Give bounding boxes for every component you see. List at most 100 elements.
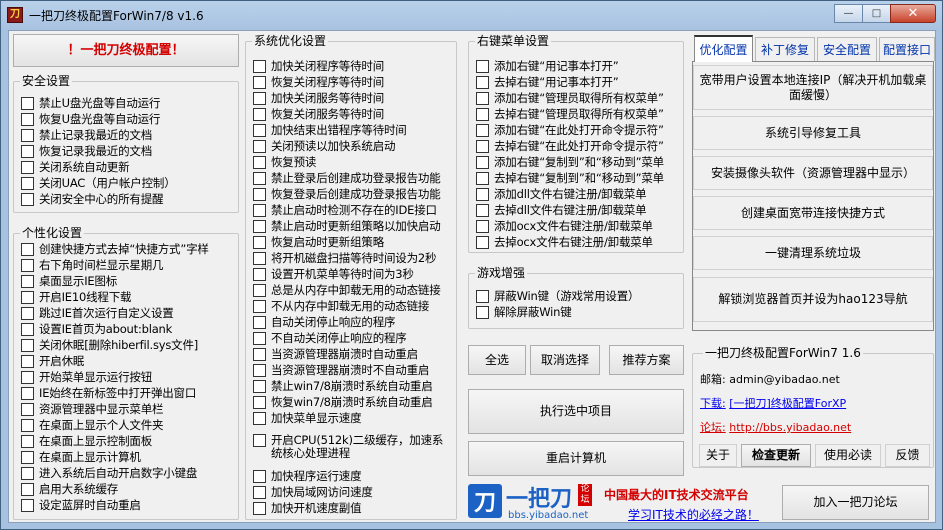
- tab-patch[interactable]: 补丁修复: [755, 37, 815, 61]
- checkbox[interactable]: [476, 235, 489, 249]
- forum-banner[interactable]: 刀 一把刀 论坛 bbs.yibadao.net 中国最大的IT技术交流平台 学…: [468, 481, 778, 523]
- optimization-option[interactable]: 总是从内存中卸载无用的动态链接: [253, 282, 441, 298]
- checkbox[interactable]: [253, 283, 266, 297]
- checkbox[interactable]: [253, 267, 266, 281]
- forum-link[interactable]: http://bbs.yibadao.net: [729, 421, 851, 434]
- personalization-option[interactable]: 启用大系统缓存: [21, 481, 118, 497]
- checkbox[interactable]: [253, 139, 266, 153]
- optimization-option[interactable]: 设置开机菜单等待时间为3秒: [253, 266, 414, 282]
- context-menu-option[interactable]: 去掉dll文件右键注册/卸载菜单: [476, 202, 647, 218]
- maximize-button[interactable]: □: [862, 4, 891, 23]
- checkbox[interactable]: [476, 75, 489, 89]
- security-option[interactable]: 关闭UAC（用户帐户控制）: [21, 175, 176, 191]
- optimization-option[interactable]: 加快菜单显示速度: [253, 410, 362, 426]
- optimization-option-cpu[interactable]: 开启CPU(512k)二级缓存，加速系统核心处理进程: [253, 434, 451, 464]
- context-menu-option[interactable]: 添加ocx文件右键注册/卸载菜单: [476, 218, 653, 234]
- checkbox[interactable]: [253, 347, 266, 361]
- checkbox[interactable]: [21, 160, 34, 174]
- context-menu-option[interactable]: 去掉右键“用记事本打开”: [476, 74, 619, 90]
- optimization-option[interactable]: 自动关闭停止响应的程序: [253, 314, 396, 330]
- checkbox[interactable]: [21, 466, 34, 480]
- personalization-option[interactable]: 在桌面上显示控制面板: [21, 433, 152, 449]
- optimization-option[interactable]: 恢复关闭程序等待时间: [253, 74, 384, 90]
- checkbox[interactable]: [476, 171, 489, 185]
- checkbox[interactable]: [21, 498, 34, 512]
- optimization-option[interactable]: 禁止登录后创建成功登录报告功能: [253, 170, 441, 186]
- minimize-button[interactable]: —: [834, 4, 863, 23]
- tab-security[interactable]: 安全配置: [817, 37, 877, 61]
- context-menu-option[interactable]: 去掉右键“在此处打开命令提示符”: [476, 138, 664, 154]
- optimization-option[interactable]: 恢复win7/8崩溃时系统自动重启: [253, 394, 433, 410]
- checkbox[interactable]: [253, 235, 266, 249]
- security-option[interactable]: 禁止U盘光盘等自动运行: [21, 95, 160, 111]
- tab-optimize[interactable]: 优化配置: [694, 35, 753, 62]
- optimization-option[interactable]: 恢复预读: [253, 154, 316, 170]
- personalization-option[interactable]: 创建快捷方式去掉“快捷方式”字样: [21, 241, 209, 257]
- security-option[interactable]: 禁止记录我最近的文档: [21, 127, 152, 143]
- checkbox[interactable]: [21, 290, 34, 304]
- checkbox[interactable]: [21, 370, 34, 384]
- optimization-option[interactable]: 恢复启动时更新组策略: [253, 234, 384, 250]
- tool-button[interactable]: 一键清理系统垃圾: [693, 236, 933, 270]
- optimization-option[interactable]: 关闭预读以加快系统启动: [253, 138, 396, 154]
- checkbox[interactable]: [253, 434, 266, 447]
- personalization-option[interactable]: 桌面显示IE图标: [21, 273, 117, 289]
- personalization-option[interactable]: 在桌面上显示个人文件夹: [21, 417, 164, 433]
- checkbox[interactable]: [253, 315, 266, 329]
- checkbox[interactable]: [476, 123, 489, 137]
- checkbox[interactable]: [21, 386, 34, 400]
- security-option[interactable]: 关闭系统自动更新: [21, 159, 130, 175]
- checkbox[interactable]: [476, 219, 489, 233]
- checkbox[interactable]: [21, 128, 34, 142]
- feedback-button[interactable]: 反馈: [885, 444, 930, 467]
- checkbox[interactable]: [253, 91, 266, 105]
- checkbox[interactable]: [476, 91, 489, 105]
- restart-button[interactable]: 重启计算机: [468, 441, 684, 476]
- optimization-option[interactable]: 加快局域网访问速度: [253, 484, 373, 500]
- banner-slogan-link[interactable]: 学习IT技术的必经之路！: [628, 506, 759, 523]
- checkbox[interactable]: [21, 482, 34, 496]
- checkbox[interactable]: [253, 107, 266, 121]
- checkbox[interactable]: [21, 96, 34, 110]
- checkbox[interactable]: [476, 187, 489, 201]
- close-button[interactable]: ✕: [890, 4, 936, 23]
- checkbox[interactable]: [253, 203, 266, 217]
- personalization-option[interactable]: 开启休眠: [21, 353, 84, 369]
- optimization-option[interactable]: 加快开机速度副值: [253, 500, 362, 516]
- context-menu-option[interactable]: 添加右键“复制到”和“移动到”菜单: [476, 154, 664, 170]
- checkbox[interactable]: [253, 363, 266, 377]
- optimization-option[interactable]: 当资源管理器崩溃时自动重启: [253, 346, 418, 362]
- tool-button[interactable]: 创建桌面宽带连接快捷方式: [693, 196, 933, 230]
- checkbox[interactable]: [253, 155, 266, 169]
- checkbox[interactable]: [21, 402, 34, 416]
- optimization-option[interactable]: 加快结束出错程序等待时间: [253, 122, 407, 138]
- personalization-option[interactable]: 开始菜单显示运行按钮: [21, 369, 152, 385]
- context-menu-option[interactable]: 去掉右键“管理员取得所有权菜单”: [476, 106, 664, 122]
- tool-button[interactable]: 宽带用户设置本地连接IP（解决开机加载桌面缓慢）: [693, 65, 933, 110]
- context-menu-option[interactable]: 添加dll文件右键注册/卸载菜单: [476, 186, 647, 202]
- download-link[interactable]: [一把刀]终极配置ForXP: [729, 397, 846, 410]
- checkbox[interactable]: [21, 418, 34, 432]
- checkbox[interactable]: [476, 139, 489, 153]
- checkbox[interactable]: [21, 242, 34, 256]
- checkbox[interactable]: [253, 171, 266, 185]
- security-option[interactable]: 关闭安全中心的所有提醒: [21, 191, 164, 207]
- ultimate-config-button[interactable]: ！一把刀终极配置！: [13, 34, 239, 67]
- optimization-option[interactable]: 不自动关闭停止响应的程序: [253, 330, 407, 346]
- join-forum-button[interactable]: 加入一把刀论坛: [782, 485, 929, 520]
- security-option[interactable]: 恢复U盘光盘等自动运行: [21, 111, 160, 127]
- deselect-button[interactable]: 取消选择: [530, 345, 600, 375]
- personalization-option[interactable]: 进入系统后自动开启数字小键盘: [21, 465, 197, 481]
- optimization-option[interactable]: 将开机磁盘扫描等待时间设为2秒: [253, 250, 437, 266]
- checkbox[interactable]: [253, 411, 266, 425]
- personalization-option[interactable]: IE始终在新标签中打开弹出窗口: [21, 385, 196, 401]
- checkbox[interactable]: [21, 434, 34, 448]
- tool-button[interactable]: 解锁浏览器首页并设为hao123导航: [693, 277, 933, 322]
- checkbox[interactable]: [21, 322, 34, 336]
- personalization-option[interactable]: 资源管理器中显示菜单栏: [21, 401, 164, 417]
- game-option[interactable]: 屏蔽Win键（游戏常用设置）: [476, 288, 640, 304]
- checkbox[interactable]: [476, 155, 489, 169]
- checkbox[interactable]: [253, 219, 266, 233]
- context-menu-option[interactable]: 添加右键“用记事本打开”: [476, 58, 619, 74]
- checkbox[interactable]: [476, 107, 489, 121]
